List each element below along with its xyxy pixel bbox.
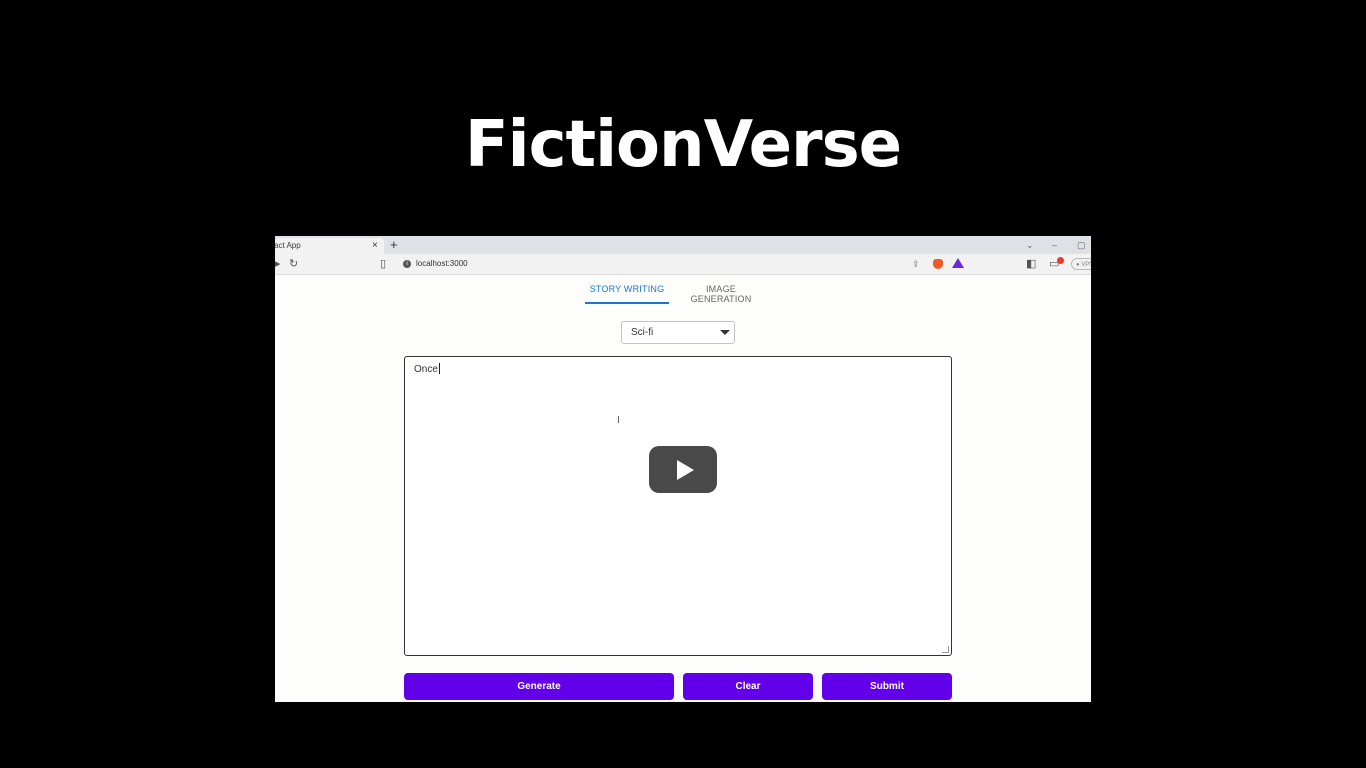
browser-tab[interactable]: act App × [275, 238, 384, 254]
video-play-button[interactable] [649, 446, 717, 493]
genre-select[interactable]: Sci-fi [621, 321, 735, 344]
browser-tabstrip: act App × + ⌄ – ▢ [275, 236, 1091, 254]
maximize-icon[interactable]: ▢ [1077, 238, 1086, 252]
story-text: Once [414, 363, 440, 375]
close-tab-icon[interactable]: × [372, 238, 378, 254]
address-bar[interactable]: i localhost:3000 ⇪ [397, 256, 967, 272]
story-text-content: Once [414, 364, 438, 375]
resize-handle[interactable] [942, 646, 949, 653]
notification-badge [1057, 257, 1064, 264]
tab-image-generation[interactable]: IMAGE GENERATION [675, 284, 767, 304]
ibeam-cursor-icon: I [617, 415, 620, 426]
browser-toolbar: ▸ ↻ ▯ i localhost:3000 ⇪ ◧ ▭ ● VPN [275, 254, 1091, 275]
brave-rewards-icon[interactable] [952, 258, 964, 268]
sidebar-icon[interactable]: ◧ [1026, 256, 1036, 272]
forward-icon[interactable]: ▸ [275, 256, 281, 272]
minimize-icon[interactable]: – [1052, 238, 1057, 252]
genre-selected-value: Sci-fi [631, 327, 654, 338]
text-cursor [438, 363, 440, 374]
browser-tab-title: act App [275, 241, 301, 250]
video-title: FictionVerse [464, 108, 902, 182]
brave-shields-icon[interactable] [933, 259, 943, 269]
vpn-button[interactable]: ● VPN [1071, 258, 1091, 270]
share-icon[interactable]: ⇪ [912, 256, 920, 272]
tab-search-icon[interactable]: ⌄ [1026, 238, 1034, 252]
reload-icon[interactable]: ↻ [289, 256, 298, 272]
clear-button[interactable]: Clear [683, 673, 813, 700]
play-icon [677, 460, 694, 480]
new-tab-icon[interactable]: + [390, 237, 398, 253]
address-bar-url: localhost:3000 [416, 259, 468, 268]
caret-down-icon [720, 330, 730, 335]
bookmark-icon[interactable]: ▯ [380, 256, 386, 272]
story-textarea[interactable]: Once I [404, 356, 952, 656]
tab-story-writing[interactable]: STORY WRITING [585, 284, 669, 304]
site-info-icon[interactable]: i [403, 260, 411, 268]
generate-button[interactable]: Generate [404, 673, 674, 700]
submit-button[interactable]: Submit [822, 673, 952, 700]
